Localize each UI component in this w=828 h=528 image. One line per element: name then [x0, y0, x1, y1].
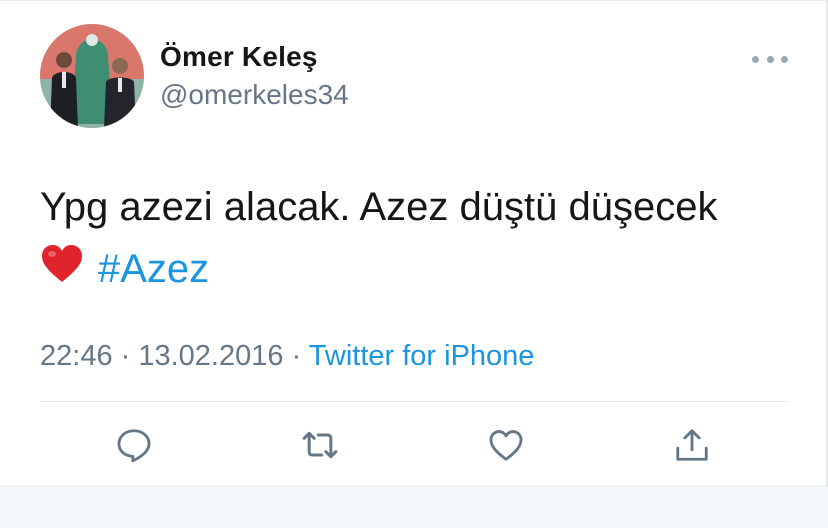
- more-dot-icon: [752, 55, 759, 63]
- tweet-text: Ypg azezi alacak. Azez düştü düşecek #Az…: [40, 176, 800, 302]
- like-icon: [489, 430, 523, 461]
- retweet-icon: [302, 431, 338, 459]
- more-options-button[interactable]: [752, 50, 788, 68]
- share-icon: [676, 429, 708, 461]
- divider: [40, 401, 788, 402]
- more-dot-icon: [766, 55, 774, 63]
- tweet-body: Ypg azezi alacak. Azez düştü düşecek: [40, 185, 718, 229]
- share-button[interactable]: [672, 425, 712, 465]
- top-border: [0, 0, 828, 1]
- avatar[interactable]: [40, 24, 144, 128]
- tweet-source-link[interactable]: Twitter for iPhone: [309, 340, 535, 372]
- heart-emoji-icon: [40, 240, 84, 302]
- meta-separator: ·: [112, 340, 139, 372]
- more-dot-icon: [781, 55, 788, 63]
- tweet-time[interactable]: 22:46: [40, 340, 113, 372]
- reply-button[interactable]: [114, 425, 154, 465]
- tweet-date[interactable]: 13.02.2016: [138, 340, 283, 372]
- avatar-photo: [40, 24, 144, 128]
- author-name[interactable]: Ömer Keleş: [160, 41, 318, 73]
- hashtag-link[interactable]: #Azez: [98, 247, 209, 291]
- bottom-bar: [0, 486, 828, 528]
- like-button[interactable]: [486, 425, 526, 465]
- tweet-meta: 22:46 · 13.02.2016 · Twitter for iPhone: [40, 340, 534, 373]
- retweet-button[interactable]: [300, 425, 340, 465]
- reply-icon: [117, 429, 151, 463]
- meta-separator: ·: [283, 340, 309, 372]
- author-handle[interactable]: @omerkeles34: [160, 79, 349, 111]
